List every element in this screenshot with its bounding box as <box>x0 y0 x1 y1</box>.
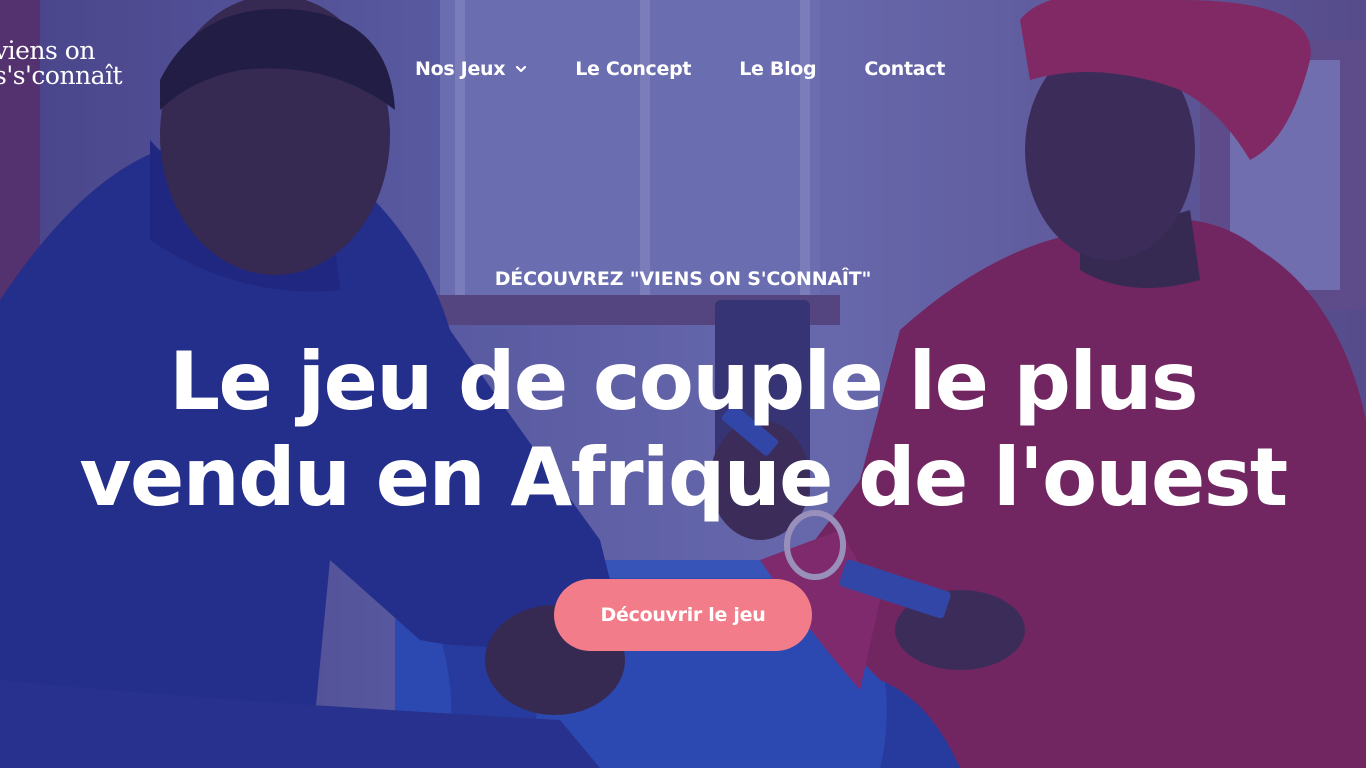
nav-item-nos-jeux[interactable]: Nos Jeux <box>415 58 527 80</box>
nav-item-le-concept[interactable]: Le Concept <box>575 58 691 80</box>
headline-line-2: vendu en Afrique de l'ouest <box>79 431 1288 524</box>
site-logo[interactable]: viens on s's'connaît <box>0 36 123 90</box>
logo-line-2: s's'connaît <box>0 61 123 90</box>
headline-line-1: Le jeu de couple le plus <box>169 335 1198 428</box>
logo-line-1: viens on <box>0 36 95 65</box>
hero-section: viens on s's'connaît Nos Jeux Le Concept… <box>0 0 1366 768</box>
nav-item-label: Le Blog <box>739 58 817 80</box>
main-navigation: Nos Jeux Le Concept Le Blog Contact <box>415 56 945 82</box>
nav-item-contact[interactable]: Contact <box>864 58 945 80</box>
discover-game-button[interactable]: Découvrir le jeu <box>554 579 812 651</box>
chevron-down-icon <box>516 65 527 73</box>
hero-eyebrow: DÉCOUVREZ "VIENS ON S'CONNAÎT" <box>494 268 872 290</box>
nav-item-label: Nos Jeux <box>415 58 506 80</box>
nav-item-label: Le Concept <box>575 58 692 80</box>
hero-headline: Le jeu de couple le plus vendu en Afriqu… <box>0 334 1366 526</box>
nav-item-le-blog[interactable]: Le Blog <box>739 58 816 80</box>
nav-item-label: Contact <box>864 58 946 80</box>
